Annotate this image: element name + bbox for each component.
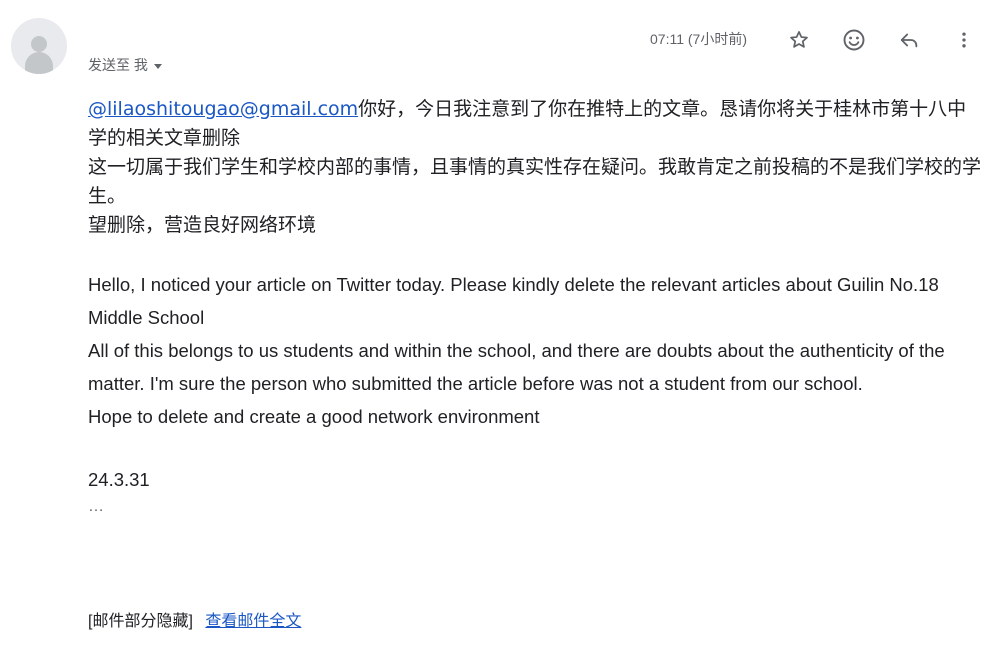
message-body: @lilaoshitougao@gmail.com你好，今日我注意到了你在推特上…	[88, 95, 983, 516]
view-entire-message-link[interactable]: 查看邮件全文	[205, 613, 301, 630]
message-date: 24.3.31	[88, 469, 150, 490]
reply-button[interactable]	[893, 24, 925, 56]
more-options-button[interactable]	[948, 24, 980, 56]
star-icon	[788, 29, 810, 51]
avatar-body	[25, 52, 53, 74]
en-paragraph-1: Hello, I noticed your article on Twitter…	[88, 274, 939, 328]
recipients-dropdown[interactable]: 发送至 我	[88, 55, 162, 75]
email-message-view: 发送至 我 07:11 (7小时前) @lilaoshitougao@gmail…	[0, 0, 1002, 656]
recipients-label: 发送至 我	[88, 57, 148, 73]
avatar-head	[31, 36, 47, 52]
clipped-message-notice: [邮件部分隐藏] 查看邮件全文	[88, 607, 301, 631]
reply-icon	[898, 29, 920, 51]
clipped-label: [邮件部分隐藏]	[88, 613, 193, 630]
trimmed-content-ellipsis[interactable]: …	[88, 498, 983, 516]
add-reaction-button[interactable]	[838, 24, 870, 56]
en-paragraph-3: Hope to delete and create a good network…	[88, 406, 540, 427]
caret-down-icon	[153, 63, 162, 69]
more-vert-icon	[954, 30, 974, 50]
message-time: 07:11 (7小时前)	[650, 31, 747, 47]
star-button[interactable]	[783, 24, 815, 56]
zh-paragraph-1: @lilaoshitougao@gmail.com你好，今日我注意到了你在推特上…	[88, 95, 983, 153]
zh-paragraph-3: 望删除，营造良好网络环境	[88, 214, 317, 236]
zh-paragraph-2: 这一切属于我们学生和学校内部的事情，且事情的真实性存在疑问。我敢肯定之前投稿的不…	[88, 156, 982, 207]
en-paragraph-2: All of this belongs to us students and w…	[88, 340, 945, 394]
sender-avatar[interactable]	[11, 18, 67, 74]
emoji-icon	[842, 28, 866, 52]
mention-email-link[interactable]: @lilaoshitougao@gmail.com	[88, 98, 358, 120]
